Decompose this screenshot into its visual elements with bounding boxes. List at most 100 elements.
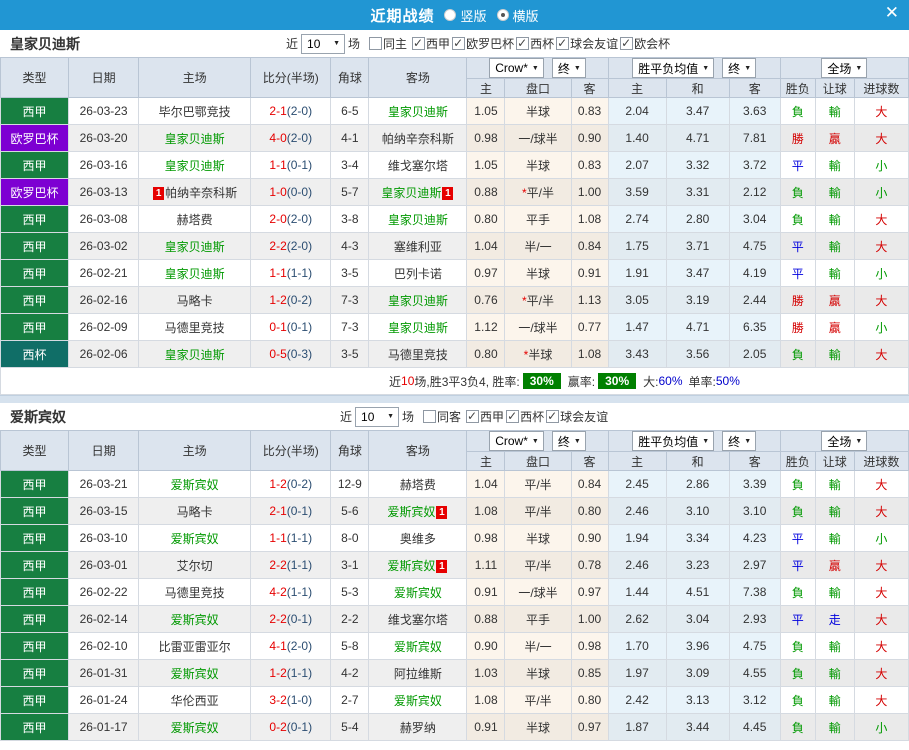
layout-option-horizontal[interactable]: 横版 bbox=[496, 6, 539, 25]
match-date: 26-02-09 bbox=[68, 313, 140, 341]
final-odds-select[interactable]: 终 ▼ bbox=[551, 431, 586, 451]
league-filter[interactable]: 球会友谊 bbox=[546, 408, 608, 425]
team-name: 帕纳辛奈科斯 bbox=[381, 131, 454, 146]
handicap: 半球 bbox=[504, 659, 572, 687]
scope-select[interactable]: 全场 ▼ bbox=[821, 431, 868, 451]
radio-icon[interactable] bbox=[496, 9, 509, 21]
team-name: 皇家贝迪斯 bbox=[387, 320, 448, 335]
team-name: 爱斯宾奴 bbox=[393, 585, 442, 600]
layout-option-vertical[interactable]: 竖版 bbox=[444, 6, 487, 25]
checkbox-icon[interactable] bbox=[412, 36, 426, 50]
halftime-score: (1-1) bbox=[286, 558, 313, 572]
col-home: 主场 bbox=[138, 57, 252, 98]
final-odds-select[interactable]: 终 ▼ bbox=[551, 58, 586, 78]
odds-away: 0.78 bbox=[570, 551, 609, 579]
checkbox-icon[interactable] bbox=[556, 36, 570, 50]
handicap: 半球 bbox=[504, 97, 572, 125]
match-date: 26-02-16 bbox=[68, 286, 140, 314]
odds-source-select[interactable]: Crow* ▼ bbox=[489, 431, 544, 451]
league-filter[interactable]: 西甲 bbox=[466, 408, 504, 425]
odds-away: 0.97 bbox=[570, 578, 609, 606]
odds-home: 1.05 bbox=[466, 97, 506, 125]
match-score: 0-1(0-1) bbox=[250, 313, 332, 341]
avg-home: 1.87 bbox=[607, 713, 667, 741]
away-team: 巴列卡诺 bbox=[368, 259, 468, 287]
fulltime-score: 0-1 bbox=[269, 320, 287, 334]
odds-source-select[interactable]: Crow* ▼ bbox=[489, 58, 544, 78]
checkbox-icon[interactable] bbox=[516, 36, 530, 50]
result-outcome: 負 bbox=[779, 497, 816, 525]
same-filter-checkbox[interactable] bbox=[423, 410, 437, 423]
home-team: 爱斯宾奴 bbox=[138, 524, 252, 552]
same-filter[interactable]: 同主 bbox=[369, 35, 407, 52]
match-date: 26-02-22 bbox=[68, 578, 140, 606]
match-count-select[interactable]: 10 ▼ bbox=[355, 406, 400, 427]
handicap-name: 半球 bbox=[525, 266, 550, 281]
checkbox-icon[interactable] bbox=[620, 36, 634, 50]
away-team: 赫罗纳 bbox=[368, 713, 468, 741]
league-filter[interactable]: 球会友谊 bbox=[556, 35, 618, 52]
handicap-name: 平/半 bbox=[524, 693, 552, 708]
home-team: 爱斯宾奴 bbox=[138, 470, 252, 498]
odds-away: 0.85 bbox=[570, 659, 609, 687]
fulltime-score: 4-0 bbox=[269, 131, 287, 145]
avg-draw: 3.32 bbox=[665, 151, 730, 179]
fulltime-score: 1-2 bbox=[269, 666, 287, 680]
section-header: 皇家贝迪斯 近 10 ▼ 场 同主 西甲 欧罗巴杯 西杯 球会友谊 欧会杯 bbox=[0, 30, 909, 57]
league-badge: 西甲 bbox=[0, 313, 70, 341]
match-row: 西甲 26-02-16 马略卡 1-2(0-2) 7-3 皇家贝迪斯 0.76 *平/半 1.1… bbox=[0, 286, 909, 314]
away-team: 爱斯宾奴 1 bbox=[368, 551, 468, 579]
match-row: 欧罗巴杯 26-03-13 1 帕纳辛奈科斯 1-0(0-0) 5-7 皇家贝迪斯 1 0.88… bbox=[0, 178, 909, 206]
league-badge: 西甲 bbox=[0, 205, 70, 233]
odds-away: 1.08 bbox=[570, 205, 609, 233]
checkbox-icon[interactable] bbox=[466, 409, 480, 423]
result-outcome: 負 bbox=[779, 178, 816, 206]
corner-score: 5-6 bbox=[330, 497, 370, 525]
odds-group-header: Crow* ▼ 终 ▼ bbox=[466, 57, 609, 79]
checkbox-icon[interactable] bbox=[452, 36, 466, 50]
odds-group-header: Crow* ▼ 终 ▼ bbox=[466, 430, 609, 452]
avg-type-select[interactable]: 胜平负均值 ▼ bbox=[632, 431, 715, 451]
radio-label: 竖版 bbox=[460, 8, 487, 24]
league-filter[interactable]: 西杯 bbox=[506, 408, 544, 425]
games-label: 场 bbox=[348, 37, 361, 51]
handicap: 半球 bbox=[504, 259, 572, 287]
league-filter[interactable]: 西甲 bbox=[412, 35, 450, 52]
odds-away: 1.00 bbox=[570, 605, 609, 633]
away-team: 爱斯宾奴 1 bbox=[368, 497, 468, 525]
handicap-name: 半球 bbox=[525, 104, 550, 119]
avg-home: 3.05 bbox=[607, 286, 667, 314]
final-avg-select[interactable]: 终 ▼ bbox=[722, 431, 757, 451]
radio-icon[interactable] bbox=[444, 9, 457, 21]
result-goals: 大 bbox=[853, 205, 909, 233]
team-name: 阿拉维斯 bbox=[393, 666, 442, 681]
avg-away: 4.19 bbox=[728, 259, 781, 287]
same-filter[interactable]: 同客 bbox=[423, 408, 461, 425]
avg-away: 6.35 bbox=[728, 313, 781, 341]
final-avg-select[interactable]: 终 ▼ bbox=[722, 58, 757, 78]
col-goals: 进球数 bbox=[853, 78, 909, 98]
avg-type-select[interactable]: 胜平负均值 ▼ bbox=[632, 58, 715, 78]
avg-home: 2.74 bbox=[607, 205, 667, 233]
odds-away: 1.00 bbox=[570, 178, 609, 206]
league-filter[interactable]: 西杯 bbox=[516, 35, 554, 52]
checkbox-icon[interactable] bbox=[506, 409, 520, 423]
league-filter[interactable]: 欧罗巴杯 bbox=[452, 35, 514, 52]
avg-home: 1.91 bbox=[607, 259, 667, 287]
handicap: 平/半 bbox=[504, 497, 572, 525]
away-team: 马德里竞技 bbox=[368, 340, 468, 368]
result-goals: 大 bbox=[853, 470, 909, 498]
odds-away: 0.84 bbox=[570, 232, 609, 260]
league-filter[interactable]: 欧会杯 bbox=[620, 35, 670, 52]
team-name: 马略卡 bbox=[176, 293, 213, 308]
close-icon[interactable]: ✕ bbox=[885, 3, 899, 23]
col-score: 比分(半场) bbox=[250, 430, 332, 471]
same-filter-checkbox[interactable] bbox=[369, 37, 383, 50]
match-count-select[interactable]: 10 ▼ bbox=[301, 33, 346, 54]
team-name: 马略卡 bbox=[176, 504, 213, 519]
col-corner: 角球 bbox=[330, 430, 370, 471]
avg-home: 3.59 bbox=[607, 178, 667, 206]
checkbox-icon[interactable] bbox=[546, 409, 560, 423]
scope-select[interactable]: 全场 ▼ bbox=[821, 58, 868, 78]
odd-rate-label: 单率: bbox=[688, 374, 716, 389]
